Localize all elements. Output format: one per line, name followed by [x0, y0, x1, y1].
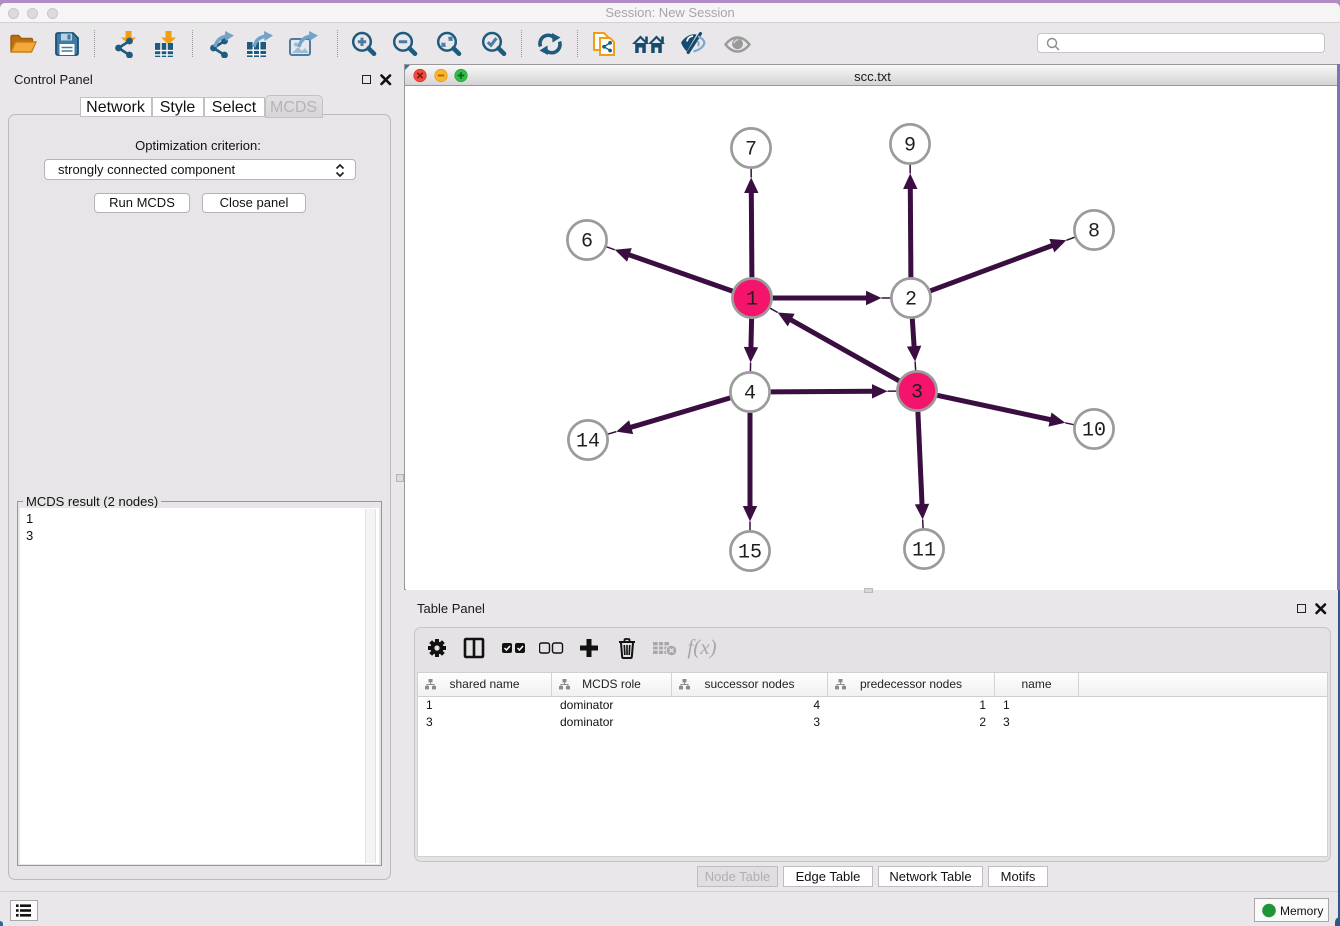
svg-text:f(x): f(x): [687, 635, 716, 659]
svg-text:4: 4: [744, 383, 756, 406]
svg-text:7: 7: [745, 139, 757, 162]
svg-text:15: 15: [738, 542, 762, 565]
svg-text:14: 14: [576, 431, 600, 454]
svg-text:1: 1: [746, 289, 758, 312]
svg-text:3: 3: [911, 382, 923, 405]
svg-text:8: 8: [1088, 221, 1100, 244]
svg-text:10: 10: [1082, 420, 1106, 443]
svg-text:2: 2: [905, 289, 917, 312]
svg-text:9: 9: [904, 135, 916, 158]
svg-text:11: 11: [912, 540, 936, 563]
svg-text:6: 6: [581, 231, 593, 254]
